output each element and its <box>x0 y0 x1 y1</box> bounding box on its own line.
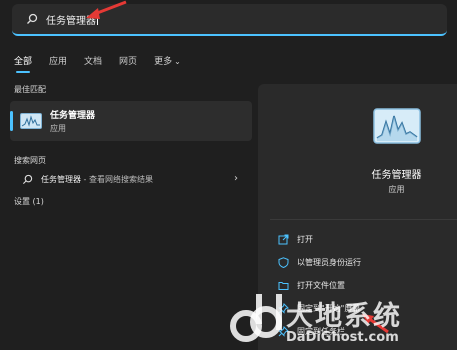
watermark-url: DaDiGhost.com <box>286 330 399 345</box>
tab-apps[interactable]: 应用 <box>49 54 67 73</box>
action-run-as-admin-label: 以管理员身份运行 <box>297 258 361 267</box>
action-open-file-location-label: 打开文件位置 <box>297 281 345 290</box>
divider <box>270 219 457 220</box>
open-icon <box>278 234 289 245</box>
tab-more[interactable]: 更多 ⌄ <box>154 54 181 73</box>
folder-icon <box>278 282 289 290</box>
best-match-type: 应用 <box>50 124 66 133</box>
tab-web[interactable]: 网页 <box>119 54 137 73</box>
task-manager-icon <box>20 113 42 129</box>
shield-icon <box>278 257 289 268</box>
best-match-heading: 最佳匹配 <box>14 85 46 94</box>
best-match-item[interactable]: 任务管理器 应用 <box>10 101 252 141</box>
action-run-as-admin[interactable]: 以管理员身份运行 <box>278 251 361 274</box>
web-search-hint: - 查看网络搜索结果 <box>81 174 153 184</box>
search-icon <box>27 13 38 24</box>
watermark-logo <box>230 294 282 342</box>
chevron-down-icon: ⌄ <box>174 57 181 66</box>
task-manager-icon <box>373 108 421 144</box>
watermark-brand: 大地系统 <box>286 301 402 332</box>
tab-documents[interactable]: 文档 <box>84 54 102 73</box>
best-match-name: 任务管理器 <box>50 111 96 121</box>
annotation-arrow <box>86 0 127 19</box>
web-search-query: 任务管理器 <box>41 174 81 184</box>
chevron-right-icon: › <box>234 173 238 184</box>
search-input[interactable]: 任务管理器 <box>12 4 447 36</box>
action-open[interactable]: 打开 <box>278 228 361 251</box>
detail-title: 任务管理器 <box>371 170 422 181</box>
selection-indicator <box>10 111 13 131</box>
settings-heading[interactable]: 设置 (1) <box>10 196 254 207</box>
web-search-item[interactable]: 任务管理器 - 查看网络搜索结果 › <box>10 166 254 192</box>
search-icon <box>22 174 33 184</box>
tab-all[interactable]: 全部 <box>14 54 32 73</box>
detail-subtitle: 应用 <box>388 185 405 194</box>
tab-more-label: 更多 <box>154 57 173 67</box>
web-search-heading: 搜索网页 <box>14 156 46 165</box>
action-open-label: 打开 <box>297 235 313 244</box>
filter-tabs: 全部 应用 文档 网页 更多 ⌄ <box>14 54 198 73</box>
results-list: 最佳匹配 任务管理器 应用 搜索网页 任务管理器 - 查看网络搜索结果 › 设置… <box>10 84 254 207</box>
